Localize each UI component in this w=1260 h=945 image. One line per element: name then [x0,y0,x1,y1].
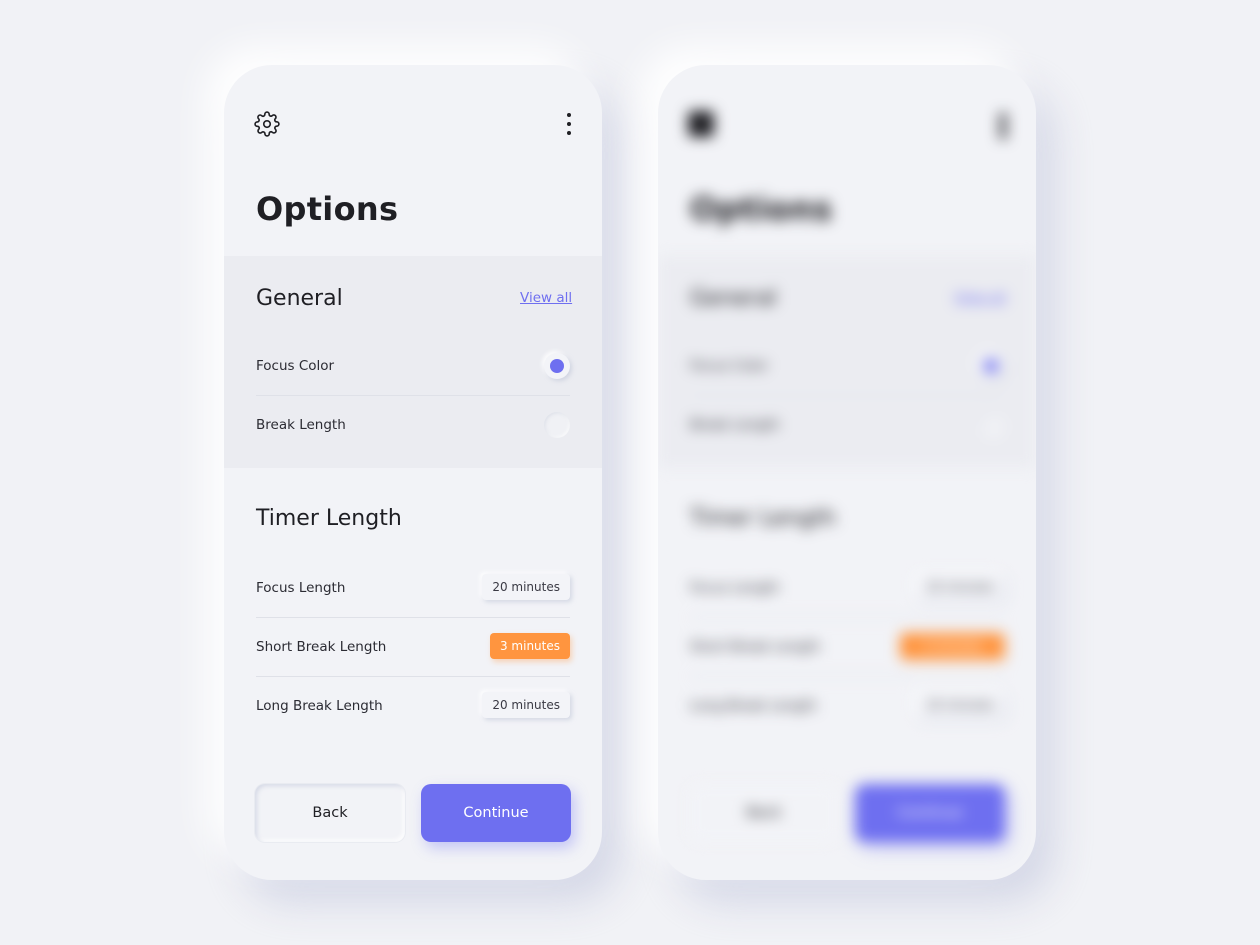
timer-length-title: Timer Length [256,506,402,531]
focus-color-label: Focus Color [690,358,769,374]
focus-length-label: Focus Length [690,580,780,596]
continue-button-label: Continue [463,805,529,821]
focus-color-row[interactable]: Focus Color [256,337,570,396]
long-break-length-label: Long Break Length [256,698,383,714]
focus-color-row: Focus Color [690,337,1004,396]
back-button[interactable]: Back [255,784,405,842]
blurred-preview: Options General View all Focus Color Bre… [658,65,1036,880]
focus-length-label: Focus Length [256,580,346,596]
focus-color-radio [978,353,1004,379]
more-vertical-icon [992,109,1014,139]
break-length-label: Break Length [256,417,346,433]
top-bar [224,65,602,185]
gear-icon [688,111,714,137]
break-length-row[interactable]: Break Length [256,396,570,454]
top-bar [658,65,1036,185]
view-all-link[interactable]: View all [520,288,572,308]
page-title: Options [256,190,399,228]
back-button-label: Back [746,805,782,821]
focus-length-value: 20 minutes [916,574,1004,600]
gear-icon[interactable] [254,111,280,137]
continue-button[interactable]: Continue [421,784,571,842]
timer-length-section: Timer Length Focus Length 20 minutes Sho… [224,468,602,768]
timer-length-title: Timer Length [690,506,836,531]
short-break-length-row: Short Break Length 3 minutes [690,618,1004,677]
short-break-length-label: Short Break Length [690,639,821,655]
options-screen-blurred: Options General View all Focus Color Bre… [658,65,1036,880]
short-break-length-value: 3 minutes [899,633,1004,659]
continue-button: Continue [855,784,1005,842]
view-all-link: View all [954,290,1007,306]
page-title: Options [690,190,833,228]
long-break-length-row: Long Break Length 20 minutes [256,677,570,735]
general-section-title: General [256,286,343,311]
continue-button-label: Continue [897,805,963,821]
radio-selected-dot [550,359,564,373]
break-length-radio[interactable] [544,412,570,438]
short-break-length-value[interactable]: 3 minutes [489,633,570,659]
back-button: Back [689,784,839,842]
break-length-radio [978,412,1004,438]
short-break-length-label: Short Break Length [256,639,387,655]
back-button-label: Back [312,805,348,821]
general-section: General View all Focus Color Break Lengt… [224,256,602,468]
break-length-row: Break Length [690,396,1004,454]
more-vertical-icon[interactable] [558,109,580,139]
long-break-length-value[interactable]: 20 minutes [482,692,570,718]
long-break-length-value: 20 minutes [916,692,1004,718]
long-break-length-row: Long Break Length 20 minutes [690,677,1004,735]
focus-color-radio[interactable] [544,353,570,379]
short-break-length-row: Short Break Length 3 minutes [256,618,570,677]
general-section-title: General [690,286,777,311]
timer-length-section: Timer Length Focus Length 20 minutes Sho… [658,468,1036,768]
focus-length-row: Focus Length 20 minutes [256,559,570,618]
break-length-label: Break Length [690,417,780,433]
focus-length-row: Focus Length 20 minutes [690,559,1004,618]
focus-color-label: Focus Color [256,358,335,374]
options-screen: Options General View all Focus Color Bre… [224,65,602,880]
long-break-length-label: Long Break Length [690,698,817,714]
focus-length-value[interactable]: 20 minutes [482,574,570,600]
general-section: General View all Focus Color Break Lengt… [658,256,1036,468]
radio-selected-dot [984,359,998,373]
